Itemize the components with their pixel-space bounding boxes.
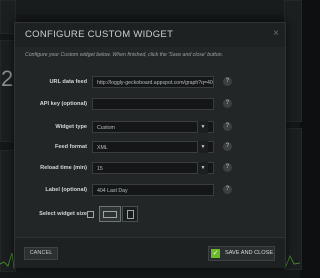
chevron-down-icon[interactable]: ▼ [197, 121, 208, 133]
label-row: Label (optional) 404 Last Day ? [15, 184, 285, 198]
widget-size-tall-option[interactable] [122, 206, 138, 222]
url-feed-row: URL data feed http://loggly-geckoboard.a… [15, 76, 285, 90]
dashboard-header [14, 0, 284, 14]
size-tall-icon [127, 210, 134, 219]
widget-size-label: Select widget size [39, 211, 87, 217]
feed-format-row: Feed format XML ▼ ? [15, 141, 285, 155]
reload-time-label: Reload time (min) [40, 165, 87, 171]
size-wide-icon [103, 211, 117, 218]
url-feed-label: URL data feed [49, 79, 87, 85]
help-icon[interactable]: ? [223, 122, 232, 131]
help-icon[interactable]: ? [223, 99, 232, 108]
cancel-button[interactable]: CANCEL [24, 247, 58, 260]
configure-widget-dialog: CONFIGURE CUSTOM WIDGET × Configure your… [14, 22, 286, 268]
widget-size-row: Select widget size [15, 206, 285, 224]
chevron-down-icon[interactable]: ▼ [197, 141, 208, 153]
check-icon: ✓ [211, 249, 220, 258]
api-key-label: API key (optional) [39, 101, 87, 107]
help-icon[interactable]: ? [223, 142, 232, 151]
dialog-header: CONFIGURE CUSTOM WIDGET × [15, 23, 285, 47]
dialog-title: CONFIGURE CUSTOM WIDGET [25, 29, 174, 40]
widget-size-wide-option[interactable] [99, 206, 121, 222]
dashboard-tile [284, 0, 302, 122]
feed-format-select[interactable]: XML [92, 141, 214, 153]
widget-size-small-option[interactable] [82, 206, 98, 222]
label-field-label: Label (optional) [45, 187, 87, 193]
close-icon[interactable]: × [273, 28, 279, 39]
api-key-input[interactable] [92, 98, 214, 110]
widget-type-label: Widget type [55, 124, 87, 130]
chevron-down-icon[interactable]: ▼ [197, 162, 208, 174]
url-feed-input[interactable]: http://loggly-geckoboard.appspot.com/gra… [92, 76, 214, 88]
widget-type-select[interactable]: Custom [92, 121, 214, 133]
api-key-row: API key (optional) ? [15, 98, 285, 112]
reload-time-row: Reload time (min) 15 ▼ ? [15, 162, 285, 176]
feed-format-label: Feed format [54, 144, 87, 150]
widget-type-row: Widget type Custom ▼ ? [15, 121, 285, 135]
dialog-instructions: Configure your Custom widget below. When… [25, 52, 224, 58]
save-and-close-button[interactable]: ✓ SAVE AND CLOSE [208, 246, 275, 261]
save-and-close-label: SAVE AND CLOSE [225, 250, 274, 256]
label-input[interactable]: 404 Last Day [92, 184, 214, 196]
dialog-footer: CANCEL ✓ SAVE AND CLOSE [15, 237, 285, 268]
help-icon[interactable]: ? [223, 163, 232, 172]
reload-time-select[interactable]: 15 [92, 162, 214, 174]
size-small-icon [87, 211, 94, 218]
help-icon[interactable]: ? [223, 185, 232, 194]
help-icon[interactable]: ? [223, 77, 232, 86]
